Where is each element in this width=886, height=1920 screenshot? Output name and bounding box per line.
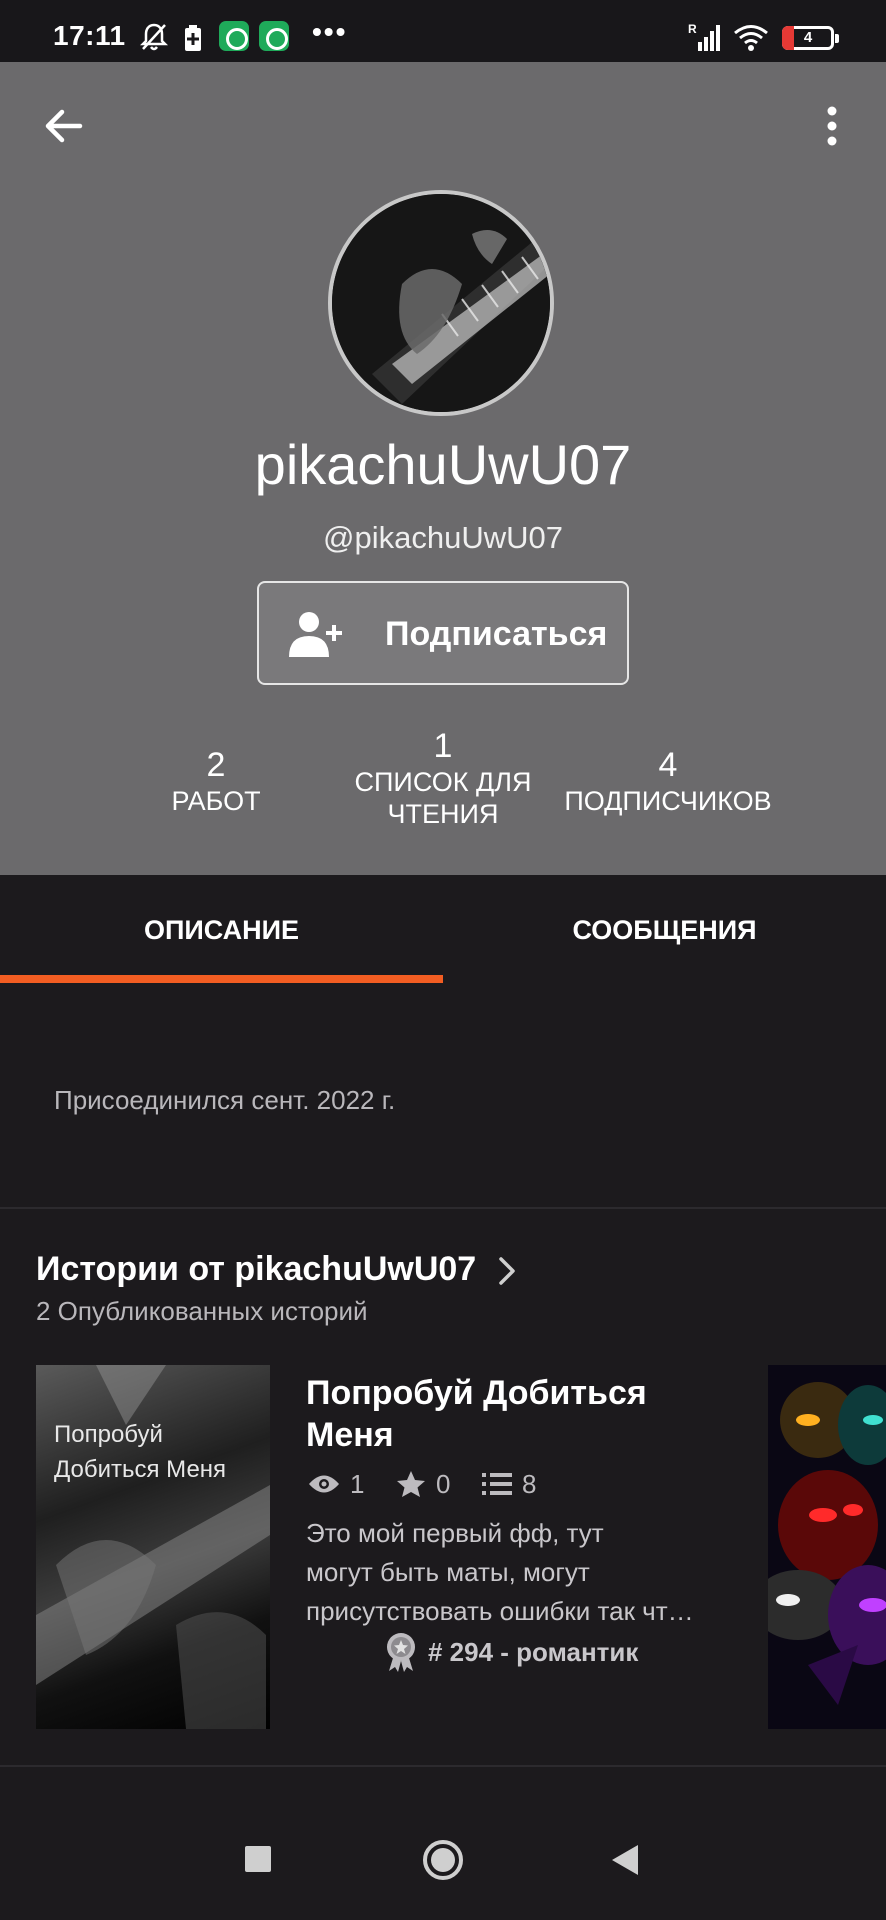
divider	[0, 1207, 886, 1209]
stat-works-value: 2	[206, 746, 226, 784]
signal-icon: R	[688, 22, 720, 51]
rank-medal-icon	[387, 1633, 415, 1672]
more-notifications-icon: •••	[312, 16, 348, 47]
status-bar: 17:11 ••• R 4	[0, 0, 886, 62]
next-story-cover[interactable]	[768, 1365, 886, 1729]
star-icon	[397, 1471, 425, 1497]
add-user-icon	[289, 612, 342, 657]
chevron-right-icon[interactable]	[496, 1254, 518, 1288]
profile-display-name: pikachuUwU07	[254, 433, 632, 496]
avatar[interactable]	[328, 190, 554, 416]
wifi-icon	[734, 25, 768, 51]
stat-followers-value: 4	[658, 746, 678, 784]
story-description-line: могут быть маты, могут	[306, 1557, 590, 1587]
back-arrow-icon[interactable]	[40, 102, 88, 150]
stat-reading-list[interactable]: 1 СПИСОК ДЛЯ ЧТЕНИЯ	[346, 726, 540, 830]
home-icon[interactable]	[421, 1838, 465, 1882]
story-reads-count: 1	[350, 1468, 365, 1499]
overflow-menu-icon[interactable]	[816, 102, 848, 150]
stories-count: 2 Опубликованных историй	[36, 1296, 368, 1326]
profile-tabs: ОПИСАНИЕ СООБЩЕНИЯ	[0, 875, 886, 985]
joined-date: Присоединился сент. 2022 г.	[54, 1085, 396, 1115]
next-story-cover-image	[768, 1365, 886, 1729]
status-time: 17:11	[53, 20, 126, 51]
story-votes: 0	[396, 1468, 450, 1500]
profile-header: pikachuUwU07 @pikachuUwU07 Подписаться 2…	[0, 62, 886, 875]
stat-reading-list-label: СПИСОК ДЛЯ ЧТЕНИЯ	[354, 767, 532, 829]
story-title[interactable]: Попробуй Добиться Меня	[306, 1372, 726, 1456]
avatar-image	[332, 194, 550, 412]
follow-button[interactable]: Подписаться	[257, 581, 629, 685]
bell-off-icon	[140, 23, 168, 51]
story-rank-label: # 294 - романтик	[428, 1636, 639, 1667]
story-rank[interactable]: # 294 - романтик	[384, 1632, 638, 1672]
list-icon	[482, 1473, 512, 1495]
story-parts-count: 8	[522, 1468, 537, 1499]
story-reads: 1	[308, 1468, 364, 1500]
stat-works[interactable]: 2 РАБОТ	[151, 745, 281, 817]
follow-button-label: Подписаться	[385, 615, 608, 653]
stat-followers[interactable]: 4 ПОДПИСЧИКОВ	[560, 745, 776, 817]
system-navigation-bar	[0, 1800, 886, 1920]
story-description-line: Это мой первый фф, тут	[306, 1518, 604, 1548]
svg-text:R: R	[688, 22, 697, 36]
battery-saver-icon	[185, 25, 201, 51]
story-description-line: присутствовать ошибки так чт…	[306, 1596, 694, 1626]
tab-messages[interactable]: СООБЩЕНИЯ	[443, 875, 886, 985]
battery-icon: 4	[782, 26, 839, 50]
eye-icon	[309, 1475, 339, 1493]
app-notification-icon	[259, 21, 289, 51]
stories-section-title[interactable]: Истории от pikachuUwU07	[36, 1250, 476, 1289]
story-parts: 8	[482, 1468, 536, 1500]
story-votes-count: 0	[436, 1468, 451, 1499]
story-cover[interactable]: Попробуй Добиться Меня	[36, 1365, 270, 1729]
profile-handle: @pikachuUwU07	[323, 520, 563, 555]
recent-apps-icon[interactable]	[244, 1845, 272, 1873]
stat-works-label: РАБОТ	[171, 786, 261, 816]
back-icon[interactable]	[610, 1843, 640, 1877]
stat-reading-list-value: 1	[433, 727, 453, 765]
divider	[0, 1765, 886, 1767]
app-notification-icon	[219, 21, 249, 51]
active-tab-indicator	[0, 975, 443, 983]
tab-about[interactable]: ОПИСАНИЕ	[0, 875, 443, 985]
stat-followers-label: ПОДПИСЧИКОВ	[564, 786, 772, 816]
story-description[interactable]: Это мой первый фф, тут могут быть маты, …	[306, 1514, 736, 1631]
story-cover-title: Попробуй Добиться Меня	[54, 1421, 227, 1483]
